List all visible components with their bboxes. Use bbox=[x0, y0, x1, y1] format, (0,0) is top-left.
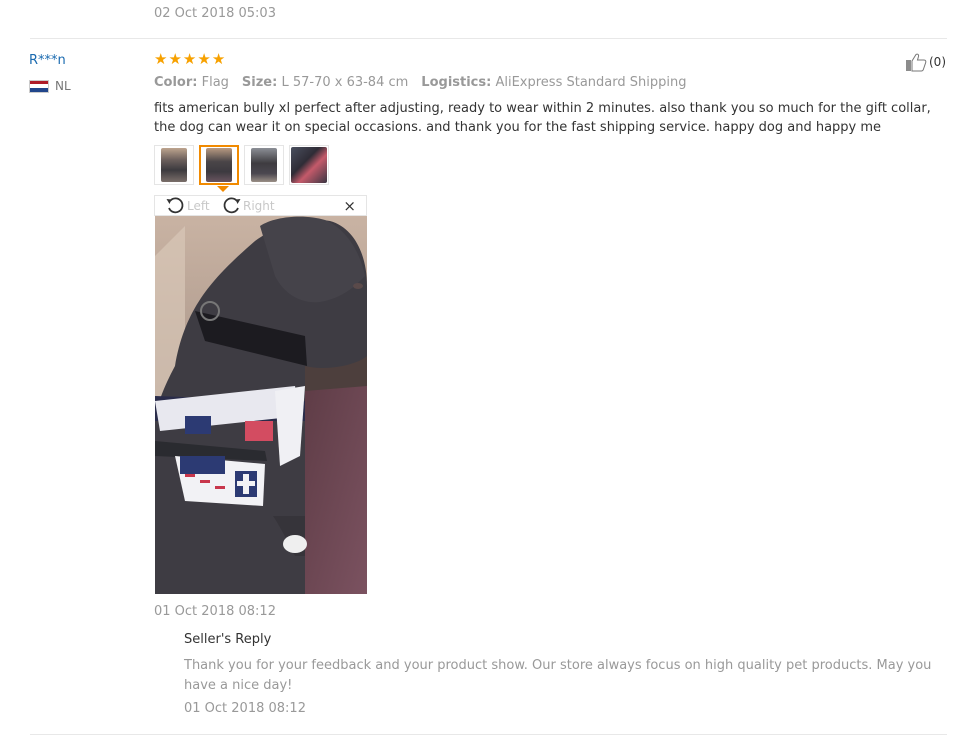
star-rating: ★ ★ ★ ★ ★ bbox=[154, 51, 225, 68]
photo-thumbnails bbox=[154, 145, 329, 185]
meta-logistics: Logistics: AliExpress Standard Shipping bbox=[421, 75, 687, 90]
rotate-right-icon bbox=[223, 197, 241, 214]
star-icon: ★ bbox=[197, 50, 211, 68]
reviewer-name[interactable]: R***n bbox=[29, 53, 66, 68]
rotate-left-label: Left bbox=[187, 198, 210, 213]
netherlands-flag-icon bbox=[29, 79, 49, 93]
review-divider bbox=[30, 734, 947, 735]
photo-thumbnail[interactable] bbox=[244, 145, 284, 185]
photo-thumbnail[interactable] bbox=[289, 145, 329, 185]
seller-reply-date: 01 Oct 2018 08:12 bbox=[184, 701, 306, 716]
review-divider bbox=[30, 38, 947, 39]
photo-thumbnail[interactable] bbox=[154, 145, 194, 185]
star-icon: ★ bbox=[168, 50, 182, 68]
star-icon: ★ bbox=[211, 50, 226, 68]
meta-size: Size: L 57-70 x 63-84 cm bbox=[241, 75, 409, 90]
rotate-left-button[interactable]: Left bbox=[165, 196, 210, 215]
meta-color: Color: Flag bbox=[154, 75, 229, 90]
rotate-right-label: Right bbox=[243, 198, 275, 213]
photo-thumbnail-active[interactable] bbox=[199, 145, 239, 185]
review-date: 01 Oct 2018 08:12 bbox=[154, 604, 276, 619]
review-text: fits american bully xl perfect after adj… bbox=[154, 101, 931, 135]
seller-reply-title: Seller's Reply bbox=[184, 632, 272, 647]
helpful-button[interactable]: (0) bbox=[905, 52, 946, 72]
review-photo[interactable] bbox=[155, 216, 367, 594]
close-icon[interactable]: × bbox=[343, 197, 356, 215]
rotate-right-button[interactable]: Right bbox=[221, 196, 275, 215]
active-thumbnail-pointer bbox=[217, 186, 229, 192]
reviewer-country: NL bbox=[29, 79, 71, 93]
image-viewer-toolbar: Left Right × bbox=[154, 195, 367, 216]
country-code: NL bbox=[55, 79, 71, 93]
rotate-left-icon bbox=[166, 197, 184, 214]
helpful-count: (0) bbox=[929, 55, 946, 69]
thumbs-up-icon bbox=[906, 53, 927, 72]
seller-reply-text: Thank you for your feedback and your pro… bbox=[184, 658, 932, 693]
star-icon: ★ bbox=[182, 50, 197, 68]
star-icon: ★ bbox=[154, 50, 168, 68]
review-meta: Color: Flag Size: L 57-70 x 63-84 cm Log… bbox=[154, 75, 686, 90]
previous-review-date: 02 Oct 2018 05:03 bbox=[154, 6, 276, 21]
